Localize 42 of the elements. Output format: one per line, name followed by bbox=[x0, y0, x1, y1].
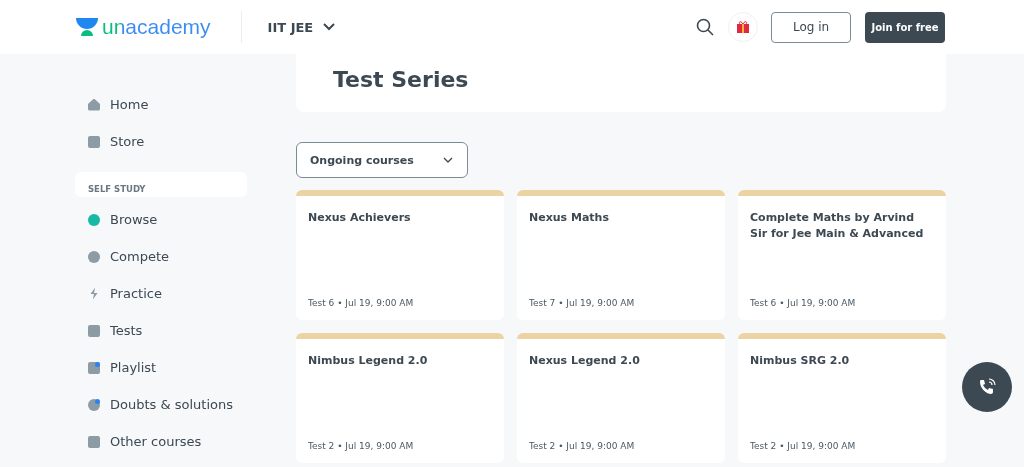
card-meta: Test 7 • Jul 19, 9:00 AM bbox=[529, 298, 636, 308]
card-meta: Test 2 • Jul 19, 9:00 AM bbox=[529, 441, 636, 451]
logo-icon bbox=[75, 17, 99, 37]
course-card[interactable]: Nexus Achievers Test 6 • Jul 19, 9:00 AM bbox=[296, 190, 504, 320]
card-title: Nimbus SRG 2.0 bbox=[750, 353, 851, 369]
sidebar-item[interactable]: Compete bbox=[75, 238, 247, 275]
chevron-icon bbox=[443, 157, 453, 163]
sidebar-item[interactable]: Practice bbox=[75, 275, 247, 312]
sidebar-item[interactable]: Store bbox=[75, 123, 247, 160]
sidebar-item[interactable]: Home bbox=[75, 86, 247, 123]
search-icon[interactable] bbox=[696, 18, 714, 36]
course-card[interactable]: Nimbus Legend 2.0 Test 2 • Jul 19, 9:00 AM bbox=[296, 333, 504, 463]
section-header: SELF STUDY bbox=[75, 172, 247, 197]
card-meta: Test 2 • Jul 19, 9:00 AM bbox=[750, 441, 857, 451]
chevron-icon bbox=[323, 23, 336, 31]
course-card[interactable]: Nexus Maths Test 7 • Jul 19, 9:00 AM bbox=[517, 190, 725, 320]
course-card[interactable]: Complete Maths by Arvind Sir for Jee Main & Advanced Test 6 • Jul 19, 9:00 AM bbox=[738, 190, 946, 320]
course-card[interactable]: Nexus Legend 2.0 Test 2 • Jul 19, 9:00 AM bbox=[517, 333, 725, 463]
sidebar-item[interactable]: Browse bbox=[75, 201, 247, 238]
card-title: Nexus Achievers bbox=[308, 210, 412, 226]
login-button[interactable]: Log in bbox=[771, 11, 851, 43]
goal-selector[interactable]: IIT JEE bbox=[267, 19, 336, 35]
sidebar-item[interactable]: Doubts & solutions bbox=[75, 386, 247, 423]
card-title: Nexus Legend 2.0 bbox=[529, 353, 641, 369]
join-button[interactable]: Join for free bbox=[865, 11, 945, 43]
phone-icon bbox=[978, 378, 996, 396]
sidebar-item[interactable]: Other courses bbox=[75, 423, 247, 460]
sidebar-item[interactable]: Playlist bbox=[75, 349, 247, 386]
course-filter-dropdown[interactable]: Ongoing courses bbox=[296, 142, 468, 178]
page-title: Test Series bbox=[333, 66, 469, 92]
gift-button[interactable] bbox=[728, 12, 758, 42]
card-meta: Test 6 • Jul 19, 9:00 AM bbox=[750, 298, 857, 308]
card-title: Nimbus Legend 2.0 bbox=[308, 353, 429, 369]
course-card[interactable]: Nimbus SRG 2.0 Test 2 • Jul 19, 9:00 AM bbox=[738, 333, 946, 463]
card-title: Complete Maths by Arvind Sir for Jee Main & Advanced bbox=[750, 210, 925, 242]
card-meta: Test 6 • Jul 19, 9:00 AM bbox=[308, 298, 415, 308]
house-icon bbox=[88, 98, 100, 111]
card-meta: Test 2 • Jul 19, 9:00 AM bbox=[308, 441, 415, 451]
sidebar-item[interactable]: Tests bbox=[75, 312, 247, 349]
card-title: Nexus Maths bbox=[529, 210, 610, 226]
gift-icon bbox=[736, 20, 750, 34]
call-button[interactable] bbox=[962, 362, 1012, 412]
